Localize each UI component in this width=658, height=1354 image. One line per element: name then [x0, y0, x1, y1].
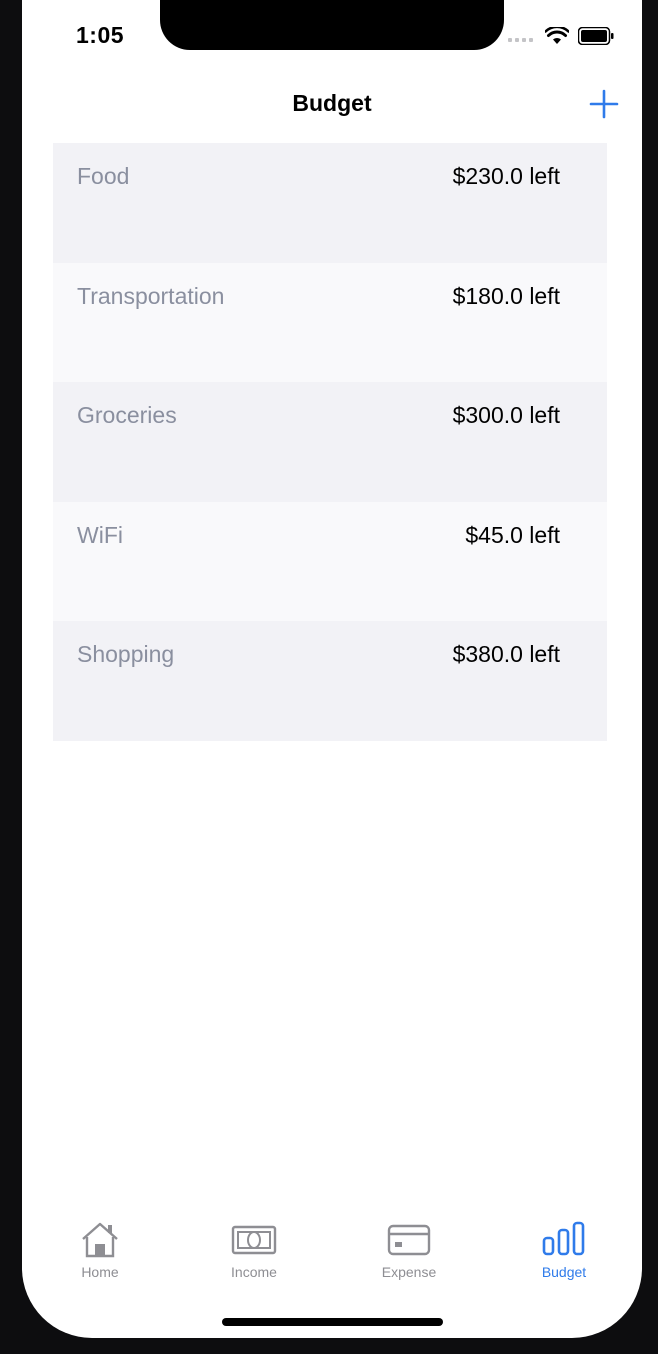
budget-remaining-amount: $45.0 left [465, 521, 560, 548]
tab-income[interactable]: Income [194, 1212, 314, 1280]
budget-category-name: Groceries [77, 402, 177, 428]
budget-row-groceries[interactable]: Groceries $300.0 left [53, 382, 607, 502]
tab-label: Home [81, 1264, 119, 1280]
wifi-icon [545, 27, 569, 44]
banknote-icon [231, 1225, 277, 1255]
status-icons [508, 26, 614, 46]
budget-row-transportation[interactable]: Transportation $180.0 left [53, 262, 607, 382]
budget-remaining-amount: $230.0 left [452, 163, 560, 189]
app-screen: 1:05 Budget Food $230.0 left Transportat… [22, 0, 642, 1338]
budget-category-name: Transportation [77, 282, 225, 309]
page-title: Budget [292, 90, 372, 116]
bar-chart-icon [542, 1221, 585, 1256]
credit-card-icon [387, 1224, 431, 1256]
tab-expense[interactable]: Expense [349, 1212, 469, 1280]
tab-label: Income [231, 1264, 277, 1280]
budget-row-food[interactable]: Food $230.0 left [53, 143, 607, 263]
budget-remaining-amount: $180.0 left [452, 282, 560, 309]
tab-home[interactable]: Home [40, 1212, 160, 1280]
budget-row-wifi[interactable]: WiFi $45.0 left [53, 501, 607, 621]
budget-list: Food $230.0 left Transportation $180.0 l… [53, 143, 607, 741]
budget-remaining-amount: $300.0 left [452, 402, 560, 428]
budget-remaining-amount: $380.0 left [452, 641, 560, 667]
budget-category-name: Food [77, 163, 130, 189]
tab-budget[interactable]: Budget [504, 1212, 624, 1280]
tab-label: Expense [381, 1264, 437, 1280]
device-notch [160, 0, 504, 50]
tab-label: Budget [541, 1264, 587, 1280]
add-budget-button[interactable] [588, 88, 620, 120]
tab-bar: Home Income Expense Budget [22, 1212, 642, 1302]
house-icon [82, 1222, 118, 1258]
status-time: 1:05 [76, 22, 125, 48]
signal-icon [508, 38, 533, 42]
plus-icon [589, 89, 619, 119]
home-indicator [222, 1318, 443, 1326]
budget-category-name: Shopping [77, 641, 175, 667]
budget-category-name: WiFi [77, 521, 123, 548]
battery-icon [578, 27, 614, 45]
budget-row-shopping[interactable]: Shopping $380.0 left [53, 621, 607, 741]
